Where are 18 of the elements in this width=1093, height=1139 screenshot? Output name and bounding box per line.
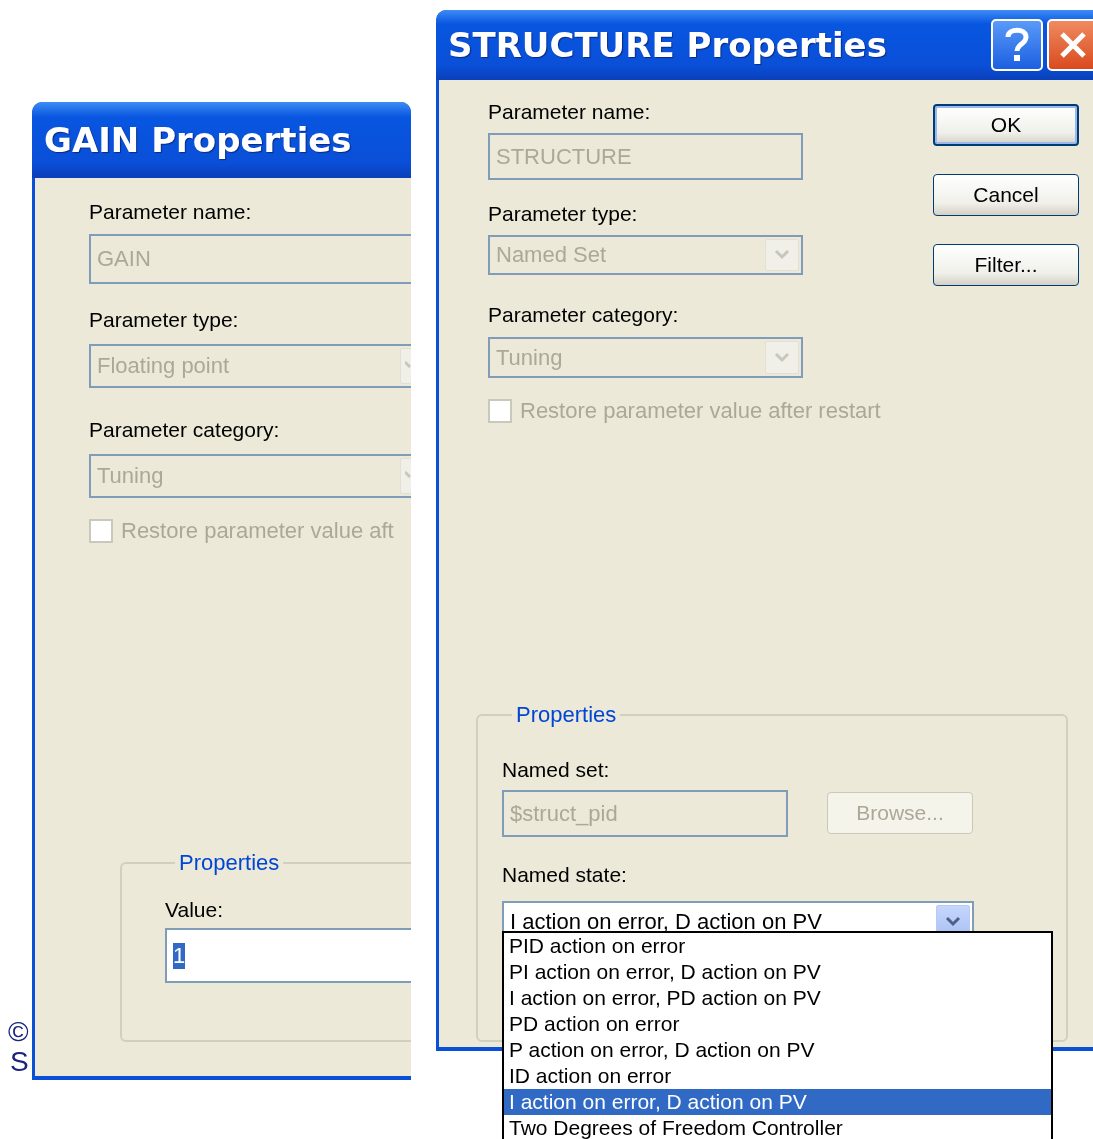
window-title: STRUCTURE Properties bbox=[448, 25, 888, 65]
checkbox-label: Restore parameter value aft bbox=[121, 518, 394, 544]
field-label: Parameter category: bbox=[488, 303, 679, 327]
selected-text: 1 bbox=[173, 942, 186, 969]
field-label: Parameter category: bbox=[89, 418, 280, 442]
checkbox-label: Restore parameter value after restart bbox=[520, 398, 881, 424]
group-legend: Properties bbox=[512, 702, 621, 728]
field-label: Value: bbox=[165, 898, 223, 922]
field-label: Named set: bbox=[502, 758, 610, 782]
field-label: Parameter name: bbox=[89, 200, 252, 224]
group-legend: Properties bbox=[175, 850, 284, 876]
field-label: Parameter type: bbox=[89, 308, 239, 332]
field-label: Parameter type: bbox=[488, 202, 638, 226]
background-text: S bbox=[10, 1046, 29, 1078]
window-title: GAIN Properties bbox=[44, 120, 353, 160]
background-text: © bbox=[8, 1016, 29, 1048]
field-label: Parameter name: bbox=[488, 100, 651, 124]
field-label: Named state: bbox=[502, 863, 627, 887]
